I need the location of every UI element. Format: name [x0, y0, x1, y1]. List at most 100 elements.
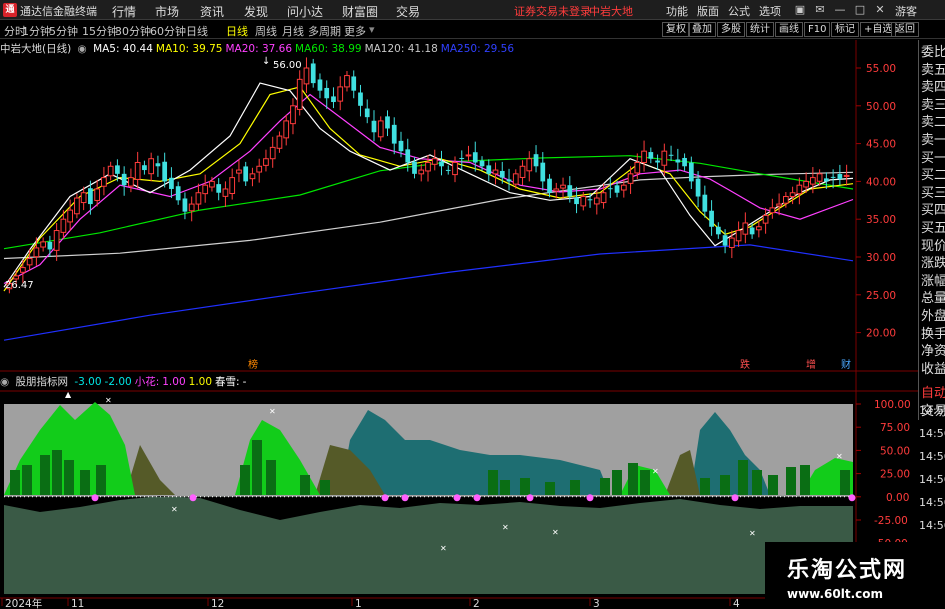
- date-axis: 2024年 11 12 1 2 3 4: [1, 597, 740, 609]
- candle-body-up: [283, 120, 290, 139]
- side-panel-item[interactable]: 收益: [921, 361, 945, 379]
- candle-body-up: [269, 146, 276, 160]
- indicator-settings-icon[interactable]: ◉: [0, 376, 9, 388]
- candle-body-down: [499, 170, 505, 178]
- indicator-dark-bar: [600, 478, 610, 495]
- candle-body-up: [377, 120, 384, 138]
- indicator-dark-bar: [500, 480, 510, 495]
- side-panel-item[interactable]: 涨幅: [921, 273, 945, 291]
- side-panel-item[interactable]: 买二: [921, 167, 945, 185]
- side-panel-item[interactable]: 净资: [921, 343, 945, 361]
- candle-body-up: [620, 184, 627, 191]
- candle-body-up: [431, 158, 438, 165]
- trade-time: 14:56: [919, 496, 945, 509]
- side-panel-item[interactable]: 现价: [921, 238, 945, 256]
- candle-body-down: [324, 87, 330, 99]
- watermark-title: 乐淘公式网: [787, 558, 908, 583]
- indicator-snow-marker: ✕: [502, 523, 509, 532]
- indicator-param: 小花:: [134, 376, 160, 388]
- indicator-dark-bar: [840, 470, 850, 495]
- candle-body-up: [303, 67, 310, 85]
- side-panel-item[interactable]: 卖一: [921, 132, 945, 150]
- indicator-dark-bar: [738, 460, 748, 495]
- y-tick-label: 55.00: [866, 63, 896, 75]
- candle-body-down: [331, 96, 336, 103]
- event-mark-bang[interactable]: 榜: [248, 358, 258, 371]
- candle-body-down: [479, 160, 485, 167]
- indicator-flower-dot: [526, 494, 534, 502]
- ma-legend: 中岩大地(日线) ◉ MA5: 40.44 MA10: 39.75 MA20: 37…: [0, 41, 520, 55]
- side-panel-item[interactable]: 买五: [921, 220, 945, 238]
- indicator-snow-marker: ✕: [836, 452, 843, 461]
- ma250-line: [3, 244, 854, 341]
- indicator-param: 1.00: [188, 376, 213, 388]
- indicator-snow-marker: ✕: [105, 396, 112, 405]
- trade-time: 14:56: [919, 473, 945, 486]
- auto-tab[interactable]: 自动: [921, 385, 945, 403]
- indicator-dark-bar: [80, 470, 90, 495]
- candle-body-up: [26, 258, 33, 266]
- y-tick-label: 40.00: [866, 176, 896, 188]
- candle-body-up: [843, 174, 850, 177]
- trade-tab[interactable]: 交易: [921, 403, 945, 421]
- side-panel-item[interactable]: 买一: [921, 150, 945, 168]
- indicator-dark-bar: [240, 465, 250, 495]
- y-tick-label: 20.00: [866, 328, 896, 340]
- candle-body-down: [351, 76, 357, 91]
- indicator-name[interactable]: 股朋指标网: [16, 376, 69, 388]
- candle-body-down: [824, 178, 829, 182]
- candlestick-layer: [6, 57, 850, 294]
- indicator-snow-marker: ✕: [652, 467, 659, 476]
- side-panel-item[interactable]: 卖三: [921, 97, 945, 115]
- event-mark-drop[interactable]: 跌: [740, 358, 750, 371]
- chart-canvas[interactable]: ✕✕✕✕✕✕✕✕✕▲ 55.0050.0045.0040.0035.0030.0…: [0, 0, 945, 609]
- indicator-dark-bar: [520, 478, 530, 495]
- side-panel-item[interactable]: 涨跌: [921, 255, 945, 273]
- side-panel-item[interactable]: 买四: [921, 202, 945, 220]
- candle-body-down: [749, 227, 755, 235]
- moving-average-layer: [3, 82, 854, 341]
- date-tick-label: 1: [355, 598, 362, 609]
- candle-body-up: [627, 173, 634, 184]
- candle-body-down: [682, 157, 687, 167]
- side-panel-item[interactable]: 总量: [921, 290, 945, 308]
- candle-body-down: [364, 108, 370, 118]
- candle-body-down: [385, 116, 390, 129]
- candle-body-up: [40, 241, 46, 248]
- candle-body-up: [94, 188, 101, 201]
- settings-circle-icon[interactable]: ◉: [78, 43, 87, 55]
- candle-body-down: [574, 197, 579, 205]
- candle-body-up: [236, 169, 242, 174]
- ma-legend-item: MA10: 39.75: [155, 43, 223, 55]
- candle-body-up: [776, 203, 782, 207]
- ma-legend-item: MA120: 41.18: [364, 43, 438, 55]
- indicator-dark-bar: [800, 465, 810, 495]
- event-mark-increase[interactable]: 增: [806, 358, 816, 371]
- indicator-dark-bar: [700, 478, 710, 495]
- candle-body-up: [803, 180, 809, 188]
- side-panel-item[interactable]: 换手: [921, 326, 945, 344]
- indicator-flower-dot: [848, 494, 856, 502]
- side-panel-item[interactable]: 卖五: [921, 62, 945, 80]
- candle-body-up: [560, 184, 566, 189]
- candle-body-down: [115, 165, 120, 174]
- indicator-param: -: [242, 376, 247, 388]
- indicator-dark-bar: [488, 470, 498, 495]
- candle-body-down: [709, 210, 714, 227]
- indicator-y-tick-label: 0.00: [886, 492, 909, 504]
- indicator-top-marker: ▲: [65, 390, 72, 399]
- candle-body-up: [256, 165, 263, 173]
- ma-legend-item: MA60: 38.99: [295, 43, 362, 55]
- event-mark-finance[interactable]: 财: [841, 358, 851, 371]
- side-panel-item[interactable]: 卖四: [921, 79, 945, 97]
- candle-body-down: [715, 226, 721, 235]
- candle-body-down: [216, 184, 222, 193]
- side-panel-item[interactable]: 委比: [921, 44, 945, 62]
- candle-body-down: [47, 241, 53, 250]
- y-tick-label: 30.00: [866, 252, 896, 264]
- side-panel-item[interactable]: 外盘: [921, 308, 945, 326]
- indicator-y-tick-label: 25.00: [880, 469, 910, 481]
- indicator-dark-bar: [22, 465, 32, 495]
- side-panel-item[interactable]: 买三: [921, 185, 945, 203]
- side-panel-item[interactable]: 卖二: [921, 114, 945, 132]
